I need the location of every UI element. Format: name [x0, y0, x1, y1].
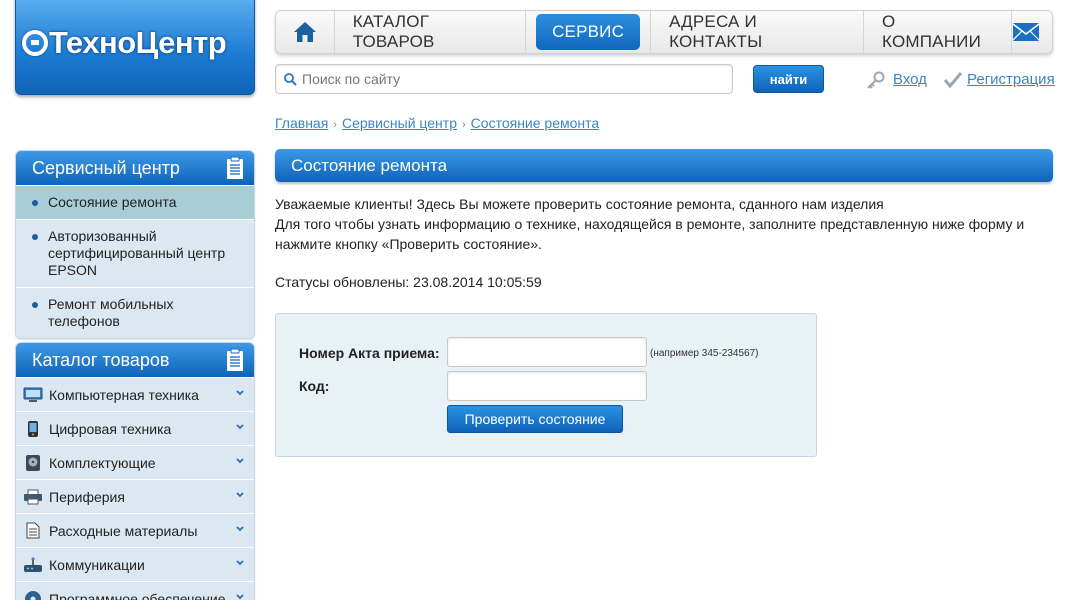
breadcrumb-separator: › [333, 119, 337, 131]
intro-line-1: Уважаемые клиенты! Здесь Вы можете прове… [275, 196, 884, 212]
catalog-item-peripherals[interactable]: Периферия [16, 479, 254, 513]
breadcrumb: Главная › Сервисный центр › Состояние ремонт… [275, 115, 599, 131]
catalog-item-software[interactable]: Программное обеспечение [16, 581, 254, 600]
catalog-item-label: Цифровая техника [49, 420, 172, 437]
monitor-icon [23, 387, 43, 402]
bullet [32, 200, 38, 206]
catalog-panel-header: Каталог товаров [16, 343, 254, 377]
catalog-item-computers[interactable]: Компьютерная техника [16, 377, 254, 411]
code-label: Код: [299, 378, 330, 394]
chevron-down-icon [236, 424, 244, 430]
search-box [275, 64, 733, 94]
chevron-down-icon [236, 492, 244, 498]
nav-service[interactable]: СЕРВИС [526, 11, 652, 53]
nav-contacts[interactable]: АДРЕСА И КОНТАКТЫ [651, 11, 865, 53]
sidebar-item-label: Состояние ремонта [48, 194, 177, 210]
logo-text: ТехноЦентр [22, 25, 227, 61]
catalog-item-label: Коммуникации [49, 556, 145, 573]
catalog-panel-title: Каталог товаров [32, 350, 170, 370]
sidebar-item-label: Ремонт мобильных телефонов [48, 296, 174, 329]
check-status-button[interactable]: Проверить состояние [447, 405, 623, 433]
breadcrumb-service-center[interactable]: Сервисный центр [342, 115, 457, 131]
mail-button[interactable] [1012, 22, 1052, 42]
nav-service-pill: СЕРВИС [536, 14, 641, 50]
router-icon [24, 557, 42, 572]
nav-catalog[interactable]: КАТАЛОГ ТОВАРОВ [335, 11, 527, 53]
chevron-down-icon [236, 458, 244, 464]
sidebar-item-repair-status[interactable]: Состояние ремонта [16, 185, 254, 219]
home-icon [293, 22, 316, 42]
catalog-item-digital[interactable]: Цифровая техника [16, 411, 254, 445]
logo-mark-icon [22, 30, 48, 56]
printer-icon [24, 489, 42, 504]
chevron-down-icon [236, 390, 244, 396]
act-number-label: Номер Акта приема: [299, 345, 440, 361]
catalog-item-components[interactable]: Комплектующие [16, 445, 254, 479]
service-panel-title: Сервисный центр [32, 158, 180, 178]
login-link[interactable]: Вход [893, 71, 927, 88]
service-center-panel: Сервисный центр Состояние ремонта Автори… [15, 150, 255, 339]
sidebar-item-phone-repair[interactable]: Ремонт мобильных телефонов [16, 287, 254, 338]
search-input[interactable] [276, 65, 732, 93]
code-input[interactable] [447, 371, 647, 401]
breadcrumb-repair-status[interactable]: Состояние ремонта [471, 115, 600, 131]
intro-text: Уважаемые клиенты! Здесь Вы можете прове… [275, 194, 1055, 254]
intro-line-2: Для того чтобы узнать информацию о техни… [275, 216, 1025, 252]
catalog-item-label: Периферия [49, 488, 125, 505]
breadcrumb-separator: › [462, 119, 466, 131]
sidebar-item-epson-center[interactable]: Авторизованный сертифицированный центр E… [16, 219, 254, 287]
catalog-item-label: Компьютерная техника [49, 386, 199, 403]
clipboard-icon [227, 156, 243, 179]
chevron-down-icon [236, 594, 244, 600]
bullet [32, 234, 38, 240]
catalog-panel: Каталог товаров Компьютерная техника Циф… [15, 342, 255, 600]
nav-about[interactable]: О КОМПАНИИ [864, 11, 1012, 53]
status-updated-text: Статусы обновлены: 23.08.2014 10:05:59 [275, 274, 542, 290]
page-title: Состояние ремонта [275, 149, 1053, 182]
mail-icon [1012, 23, 1040, 41]
harddrive-icon [26, 454, 40, 471]
bullet [32, 302, 38, 308]
repair-status-form: Номер Акта приема: (например 345-234567)… [275, 313, 817, 457]
catalog-item-label: Комплектующие [49, 454, 156, 471]
check-icon [943, 72, 963, 89]
site-logo[interactable]: ТехноЦентр [15, 0, 255, 95]
service-panel-header: Сервисный центр [16, 151, 254, 185]
clipboard-icon [227, 348, 243, 371]
catalog-item-communications[interactable]: Коммуникации [16, 547, 254, 581]
phone-icon [28, 420, 38, 437]
catalog-item-consumables[interactable]: Расходные материалы [16, 513, 254, 547]
main-navigation: КАТАЛОГ ТОВАРОВ СЕРВИС АДРЕСА И КОНТАКТЫ… [275, 10, 1053, 54]
act-number-hint: (например 345-234567) [650, 348, 759, 359]
register-link[interactable]: Регистрация [967, 71, 1055, 88]
catalog-item-label: Расходные материалы [49, 522, 198, 539]
disc-icon [25, 590, 41, 600]
logo-label: ТехноЦентр [49, 25, 227, 60]
document-icon [26, 522, 40, 539]
chevron-down-icon [236, 526, 244, 532]
home-button[interactable] [276, 11, 335, 53]
search-icon [284, 73, 297, 86]
search-button[interactable]: найти [753, 65, 824, 93]
key-icon [867, 71, 885, 89]
chevron-down-icon [236, 560, 244, 566]
breadcrumb-home[interactable]: Главная [275, 115, 328, 131]
sidebar-item-label: Авторизованный сертифицированный центр E… [48, 228, 226, 278]
catalog-item-label: Программное обеспечение [49, 590, 226, 600]
act-number-input[interactable] [447, 337, 647, 367]
